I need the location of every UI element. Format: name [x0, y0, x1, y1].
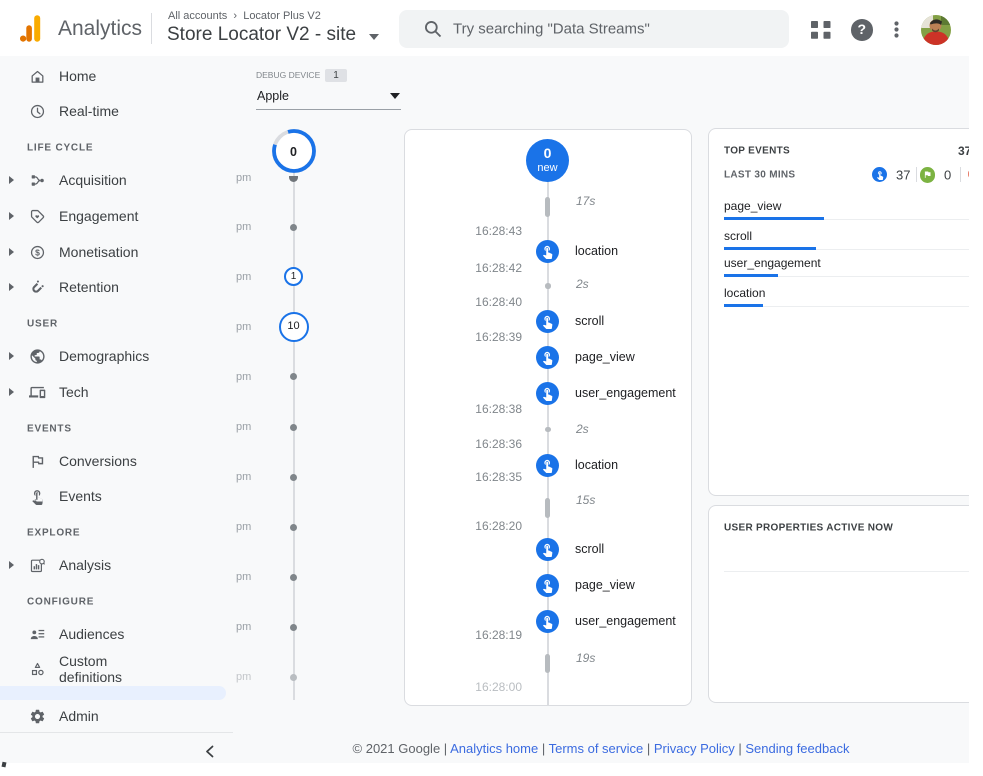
svg-text:$: $	[35, 247, 40, 257]
